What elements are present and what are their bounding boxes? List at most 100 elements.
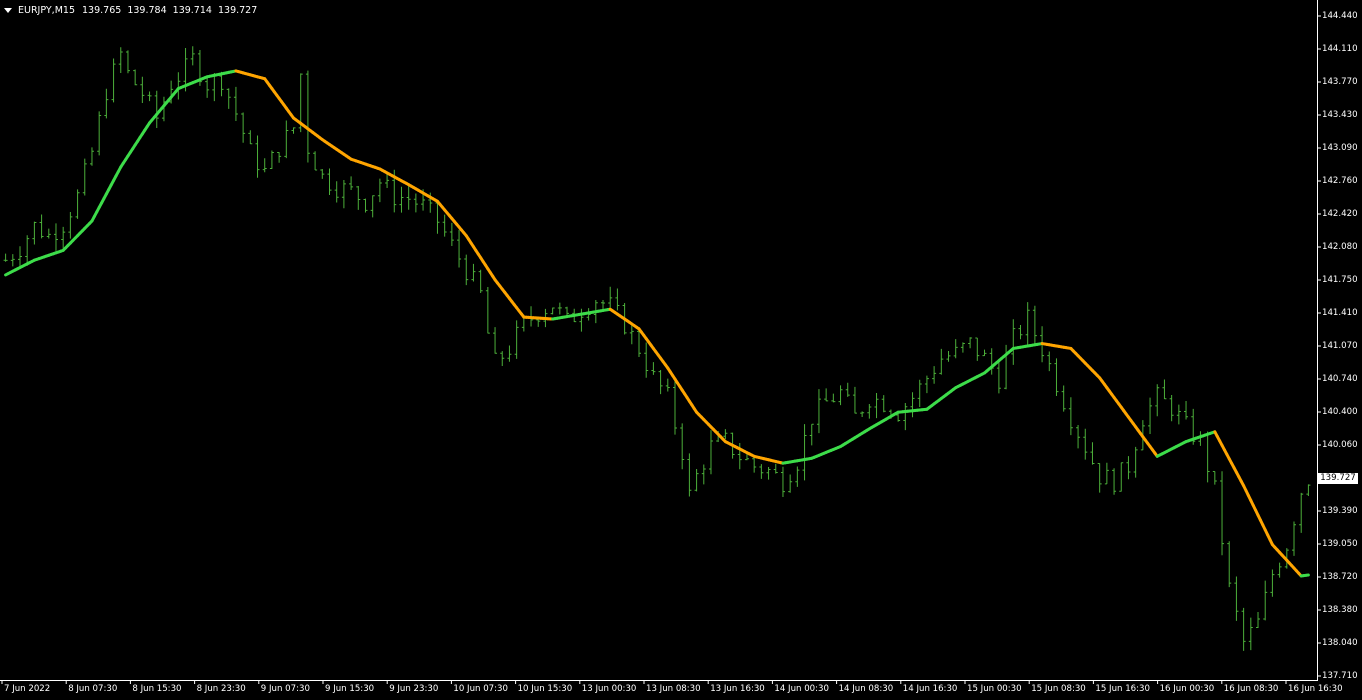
price-bar — [845, 382, 850, 397]
price-bar — [370, 195, 375, 218]
y-tick-label: 144.440 — [1322, 11, 1358, 21]
price-bar — [651, 362, 656, 375]
price-bar — [1119, 462, 1124, 492]
y-tick-label: 142.760 — [1322, 176, 1358, 186]
price-bar — [10, 254, 15, 267]
close-value: 139.727 — [217, 4, 258, 16]
price-bar — [608, 286, 613, 308]
price-bar — [881, 395, 886, 413]
price-bar — [780, 466, 785, 498]
price-bar — [867, 404, 872, 419]
x-tick-label: 15 Jun 00:30 — [967, 684, 1022, 694]
price-bar — [125, 50, 130, 74]
price-bar — [1133, 446, 1138, 478]
price-bar — [1032, 305, 1037, 345]
price-bar — [1184, 401, 1189, 420]
x-tick-label: 8 Jun 15:30 — [132, 684, 182, 694]
price-bar — [154, 90, 159, 128]
price-bar — [147, 91, 152, 102]
price-bar — [1248, 617, 1253, 651]
price-bar — [39, 214, 44, 239]
price-bar — [284, 120, 289, 159]
price-bar — [1148, 397, 1153, 435]
price-bar — [924, 375, 929, 394]
price-bar — [1292, 521, 1297, 556]
price-bar — [708, 430, 713, 475]
price-bar — [493, 327, 498, 354]
price-bar — [334, 181, 339, 203]
price-bar — [1241, 607, 1246, 651]
price-bar — [478, 269, 483, 294]
price-bar — [874, 393, 879, 419]
price-bar — [1205, 431, 1210, 483]
x-tick-label: 8 Jun 07:30 — [68, 684, 118, 694]
price-bar — [982, 349, 987, 357]
price-bar — [97, 111, 102, 156]
price-bar — [752, 456, 757, 473]
price-bar — [82, 158, 87, 196]
price-bar — [1169, 394, 1174, 422]
x-tick-label: 10 Jun 15:30 — [517, 684, 573, 694]
y-tick-label: 143.430 — [1322, 110, 1358, 120]
price-bar — [852, 386, 857, 414]
price-bar — [399, 186, 404, 213]
price-bar — [1234, 576, 1239, 621]
y-tick-label: 140.400 — [1322, 407, 1358, 417]
price-bar — [233, 86, 238, 121]
x-tick-label: 14 Jun 00:30 — [774, 684, 829, 694]
price-bar — [939, 348, 944, 375]
price-bar — [1270, 569, 1275, 597]
price-bar — [377, 178, 382, 203]
price-bar — [1256, 612, 1261, 628]
price-bar — [680, 423, 685, 470]
price-bar — [1263, 580, 1268, 621]
y-axis-ticks — [1318, 15, 1321, 677]
x-tick-label: 16 Jun 16:30 — [1288, 684, 1343, 694]
price-bar — [1054, 358, 1059, 397]
price-bar — [363, 198, 368, 213]
price-bar — [1220, 471, 1225, 556]
price-bar — [615, 288, 620, 311]
price-bar — [795, 466, 800, 487]
moving-average-line — [4, 69, 1310, 578]
price-bar — [514, 320, 519, 359]
price-chart[interactable] — [0, 0, 1362, 700]
price-bar — [1097, 462, 1102, 493]
price-bar — [341, 179, 346, 209]
price-bar — [133, 69, 138, 86]
price-bar — [910, 392, 915, 418]
chart-menu-triangle-icon[interactable] — [4, 7, 12, 13]
y-tick-label: 139.050 — [1322, 539, 1358, 549]
price-bar — [53, 223, 58, 251]
x-tick-label: 10 Jun 07:30 — [453, 684, 508, 694]
price-bar — [860, 411, 865, 418]
price-bar — [277, 152, 282, 163]
price-bar — [305, 70, 310, 163]
price-bar — [838, 385, 843, 406]
price-bar — [759, 464, 764, 479]
price-bar — [313, 151, 318, 171]
high-value: 139.784 — [127, 4, 167, 16]
price-bar — [1277, 562, 1282, 578]
price-bar — [212, 72, 217, 102]
x-tick-label: 8 Jun 23:30 — [196, 684, 246, 694]
price-bar — [464, 254, 469, 286]
y-tick-label: 137.710 — [1322, 671, 1358, 681]
price-bar — [485, 286, 490, 334]
chart-symbol: EURJPY,M15 — [18, 4, 75, 16]
price-bar — [435, 202, 440, 234]
price-bar — [205, 77, 210, 98]
price-bar — [262, 158, 267, 173]
price-bar — [723, 429, 728, 440]
price-bar — [32, 221, 37, 245]
price-bar — [500, 351, 505, 366]
price-bar — [449, 222, 454, 246]
chart-header: EURJPY,M15 139.765 139.784 139.714 139.7… — [4, 3, 257, 17]
price-bar — [824, 388, 829, 402]
price-bar — [104, 88, 109, 119]
price-bar — [291, 127, 296, 134]
price-bar — [557, 302, 562, 315]
price-bar — [1126, 456, 1131, 480]
x-tick-label: 13 Jun 08:30 — [646, 684, 701, 694]
price-bar — [687, 453, 692, 497]
